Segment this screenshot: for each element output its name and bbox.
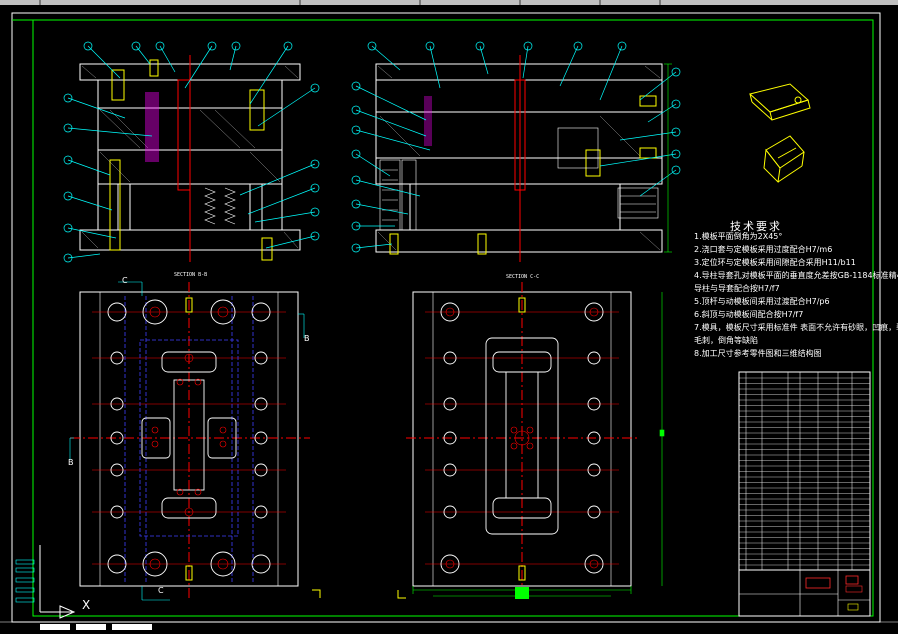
ucs-x-axis-label: X [82,598,91,612]
tech-note: 4.导柱导套孔对模板平面的垂直度允差按GB-1184标准精4级 [694,271,898,280]
section-view-b-b [63,41,320,263]
cut-letter-b-left: B [68,458,74,467]
cut-letter-c-bottom: C [158,586,164,595]
tech-note: 8.加工尺寸参考零件图和三维结构图 [694,349,822,358]
part-isometric-sketches [748,83,811,184]
tech-note: 毛刺，倒角等缺陷 [694,336,758,345]
tech-note: 导柱与导套配合按H7/f7 [694,284,780,293]
section-label-b-b: SECTION B-B [174,272,208,278]
cut-letter-b-right: B [304,334,310,343]
section-view-c-c [351,41,681,262]
tech-note: 2.浇口套与定模板采用过度配合H7/m6 [694,245,833,254]
view-corner-marks [312,589,406,599]
toolbar-remnant [0,0,898,5]
tech-note: 7.模具，模板尺寸采用标准件 表面不允许有砂眼，凹痕，裂纹， [694,323,898,332]
parts-list-title-block [738,371,871,617]
tech-note: 6.斜顶与动模板间配合按H7/f7 [694,310,804,319]
cut-letter-c-top: C [122,276,128,285]
tech-note: 3.定位环与定模板采用间隙配合采用H11/b11 [694,258,856,267]
section-label-c-c: SECTION C-C [506,274,540,280]
plan-view-fixed-half [406,282,665,599]
cad-drawing-canvas[interactable]: SECTION B-B SECTION C-C C C B B 技术要求 1.模… [0,0,898,630]
tech-note: 1.模板平面倒角为2X45° [694,232,783,241]
ucs-icon [15,545,76,619]
tech-note: 5.顶杆与动模板间采用过渡配合H7/p6 [694,297,830,306]
plan-view-moving-half [69,281,310,601]
layout-tab-strip [0,621,898,630]
